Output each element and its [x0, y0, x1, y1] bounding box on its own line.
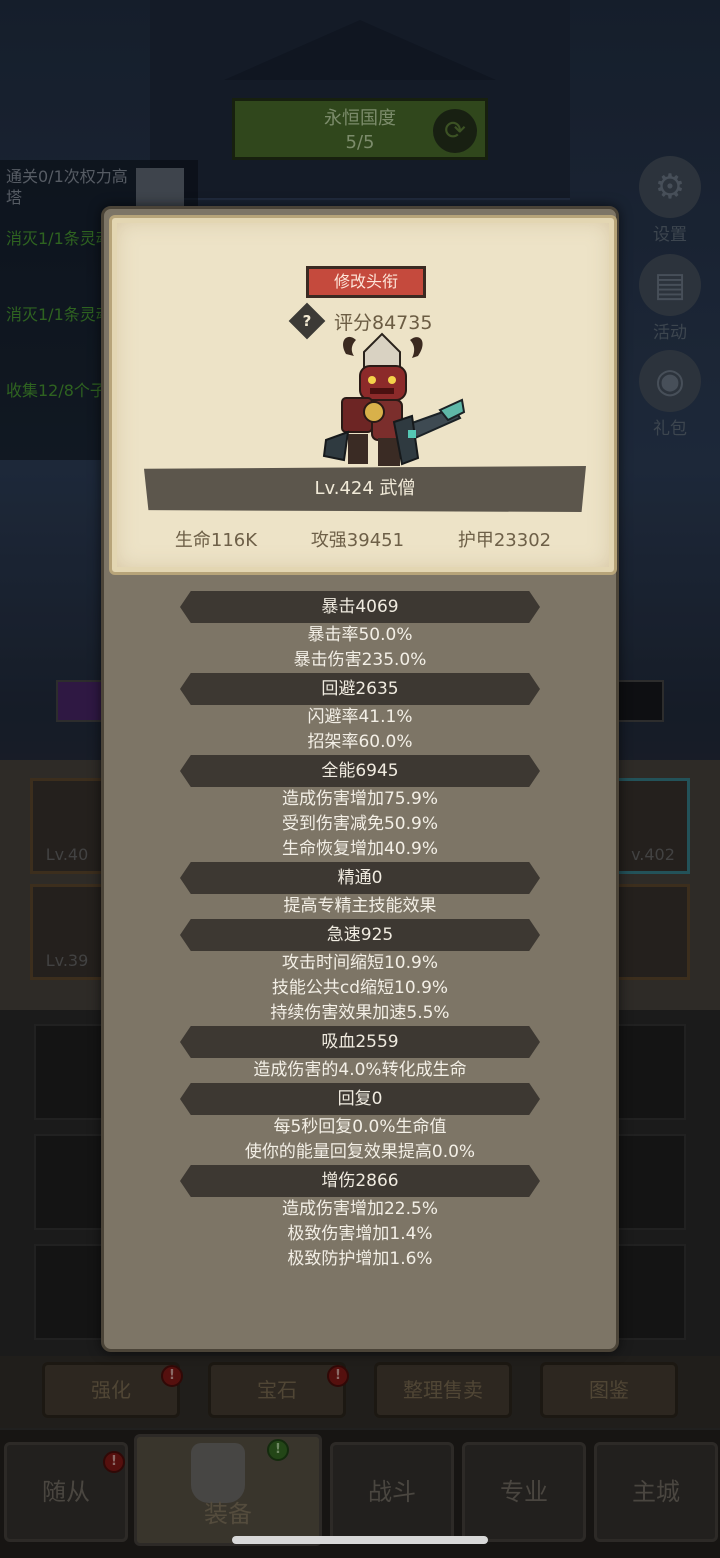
- home-indicator: [232, 1536, 488, 1544]
- attack-stat: 攻强39451: [310, 530, 405, 551]
- stat-list: 暴击4069 暴击率50.0% 暴击伤害235.0% 回避2635 闪避率41.1% 招架…: [104, 591, 616, 1272]
- hero-portrait: [322, 332, 466, 466]
- stat-line: 生命恢复增加40.9%: [281, 839, 438, 859]
- armor-stat: 护甲23302: [457, 530, 552, 551]
- basic-stats: 生命116K 攻强39451 护甲23302: [112, 526, 614, 552]
- stat-line: 提高专精主技能效果: [283, 896, 437, 916]
- hp-stat: 生命116K: [174, 530, 258, 551]
- stat-line: 攻击时间缩短10.9%: [281, 953, 438, 973]
- stat-line: 造成伤害增加75.9%: [281, 789, 438, 809]
- stat-header[interactable]: 暴击4069: [180, 591, 540, 623]
- stat-line: 暴击率50.0%: [307, 625, 413, 645]
- stat-header[interactable]: 全能6945: [180, 755, 540, 787]
- stat-line: 极致防护增加1.6%: [287, 1249, 433, 1269]
- stat-line: 造成伤害增加22.5%: [281, 1199, 438, 1219]
- stat-line: 技能公共cd缩短10.9%: [271, 978, 449, 998]
- stat-group: 急速925 攻击时间缩短10.9% 技能公共cd缩短10.9% 持续伤害效果加速5.5…: [104, 919, 616, 1026]
- stat-group: 增伤2866 造成伤害增加22.5% 极致伤害增加1.4% 极致防护增加1.6%: [104, 1165, 616, 1272]
- stat-line: 使你的能量回复效果提高0.0%: [244, 1142, 476, 1162]
- stat-line: 暴击伤害235.0%: [293, 650, 427, 670]
- character-card: 修改头衔 ? 评分84735 Lv.424 武僧 生命116K 攻强39451 …: [109, 215, 617, 575]
- stat-line: 持续伤害效果加速5.5%: [270, 1003, 450, 1023]
- stat-group: 全能6945 造成伤害增加75.9% 受到伤害减免50.9% 生命恢复增加40.9%: [104, 755, 616, 862]
- stat-group: 精通0 提高专精主技能效果: [104, 862, 616, 919]
- stat-line: 极致伤害增加1.4%: [287, 1224, 433, 1244]
- stat-line: 招架率60.0%: [307, 732, 413, 752]
- stat-line: 受到伤害减免50.9%: [281, 814, 438, 834]
- stat-header[interactable]: 回复0: [180, 1083, 540, 1115]
- stat-header[interactable]: 回避2635: [180, 673, 540, 705]
- hero-name-bar: Lv.424 武僧: [144, 466, 586, 512]
- stat-header[interactable]: 增伤2866: [180, 1165, 540, 1197]
- stat-header[interactable]: 吸血2559: [180, 1026, 540, 1058]
- stat-group: 吸血2559 造成伤害的4.0%转化成生命: [104, 1026, 616, 1083]
- stat-line: 造成伤害的4.0%转化成生命: [253, 1060, 467, 1080]
- stat-line: 每5秒回复0.0%生命值: [273, 1117, 447, 1137]
- stat-group: 回复0 每5秒回复0.0%生命值使你的能量回复效果提高0.0%: [104, 1083, 616, 1165]
- stat-header[interactable]: 急速925: [180, 919, 540, 951]
- stat-group: 暴击4069 暴击率50.0% 暴击伤害235.0%: [104, 591, 616, 673]
- stat-group: 回避2635 闪避率41.1% 招架率60.0%: [104, 673, 616, 755]
- stat-header[interactable]: 精通0: [180, 862, 540, 894]
- character-stats-modal: 修改头衔 ? 评分84735 Lv.424 武僧 生命116K 攻强39451 …: [101, 206, 619, 1352]
- stat-line: 闪避率41.1%: [307, 707, 413, 727]
- change-title-button[interactable]: 修改头衔: [306, 266, 426, 298]
